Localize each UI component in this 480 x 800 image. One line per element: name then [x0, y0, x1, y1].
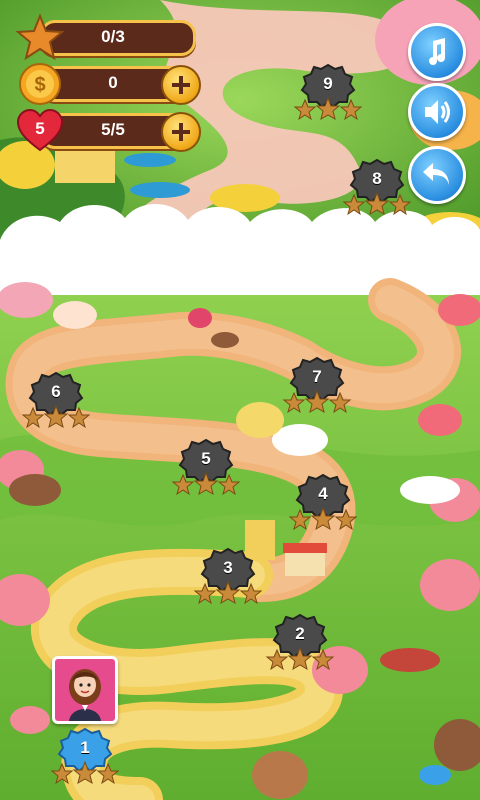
level-stars	[193, 580, 263, 605]
level-node-6[interactable]: 6	[20, 370, 92, 432]
star-icon	[310, 506, 336, 531]
stars-counter-value: 0/3	[101, 27, 125, 46]
star-icon	[50, 762, 74, 785]
star-icon	[315, 96, 341, 121]
star-icon	[67, 406, 91, 429]
star-icon	[287, 646, 313, 671]
star-icon	[171, 473, 195, 496]
level-stars	[288, 506, 358, 531]
level-node-3[interactable]: 3	[192, 546, 264, 608]
back-button[interactable]	[408, 146, 466, 204]
level-stars	[282, 389, 352, 414]
star-icon	[72, 760, 98, 785]
girl-avatar-icon	[69, 669, 101, 721]
back-arrow-icon	[423, 163, 449, 185]
level-node-4[interactable]: 4	[287, 472, 359, 534]
level-node-5[interactable]: 5	[170, 437, 242, 499]
star-icon	[21, 406, 45, 429]
level-number: 6	[51, 382, 61, 401]
coins-counter-bar: $ 0	[19, 63, 201, 105]
star-icon	[334, 508, 358, 531]
stars-counter-bar: 0/3	[15, 13, 196, 61]
music-icon	[429, 38, 445, 65]
level-number: 4	[318, 484, 328, 503]
music-button[interactable]	[408, 23, 466, 81]
star-icon	[328, 391, 352, 414]
level-stars	[50, 760, 120, 785]
star-icon	[282, 391, 306, 414]
level-node-1[interactable]: 1	[49, 726, 121, 788]
level-stars	[293, 96, 363, 121]
speaker-icon	[425, 100, 450, 124]
star-icon	[239, 582, 263, 605]
level-node-2[interactable]: 2	[264, 612, 336, 674]
level-stars	[171, 471, 241, 496]
star-icon	[339, 98, 363, 121]
star-icon	[311, 648, 335, 671]
player-avatar[interactable]	[52, 656, 118, 724]
star-icon	[288, 508, 312, 531]
star-icon	[96, 762, 120, 785]
star-icon	[217, 473, 241, 496]
star-icon	[293, 98, 317, 121]
level-stars	[21, 404, 91, 429]
level-number: 2	[295, 624, 305, 643]
star-icon	[342, 193, 366, 216]
star-icon	[304, 389, 330, 414]
star-icon	[215, 580, 241, 605]
lives-counter-bar: 5 5/5	[16, 108, 201, 152]
add-lives-button[interactable]	[161, 112, 201, 152]
level-number: 3	[223, 558, 233, 577]
level-node-8[interactable]: 8	[341, 157, 413, 219]
star-icon	[388, 193, 412, 216]
level-number: 7	[312, 367, 322, 386]
level-number: 8	[372, 169, 382, 188]
level-stars	[265, 646, 335, 671]
level-number: 9	[323, 74, 333, 93]
sound-button[interactable]	[408, 83, 466, 141]
star-icon	[193, 582, 217, 605]
star-icon	[43, 404, 69, 429]
star-icon	[193, 471, 219, 496]
level-number: 5	[201, 449, 211, 468]
level-number: 1	[80, 738, 90, 757]
level-stars	[342, 191, 412, 216]
level-node-7[interactable]: 7	[281, 355, 353, 417]
star-icon	[265, 648, 289, 671]
add-coins-button[interactable]	[161, 65, 201, 105]
level-node-9[interactable]: 9	[292, 62, 364, 124]
star-icon	[364, 191, 390, 216]
